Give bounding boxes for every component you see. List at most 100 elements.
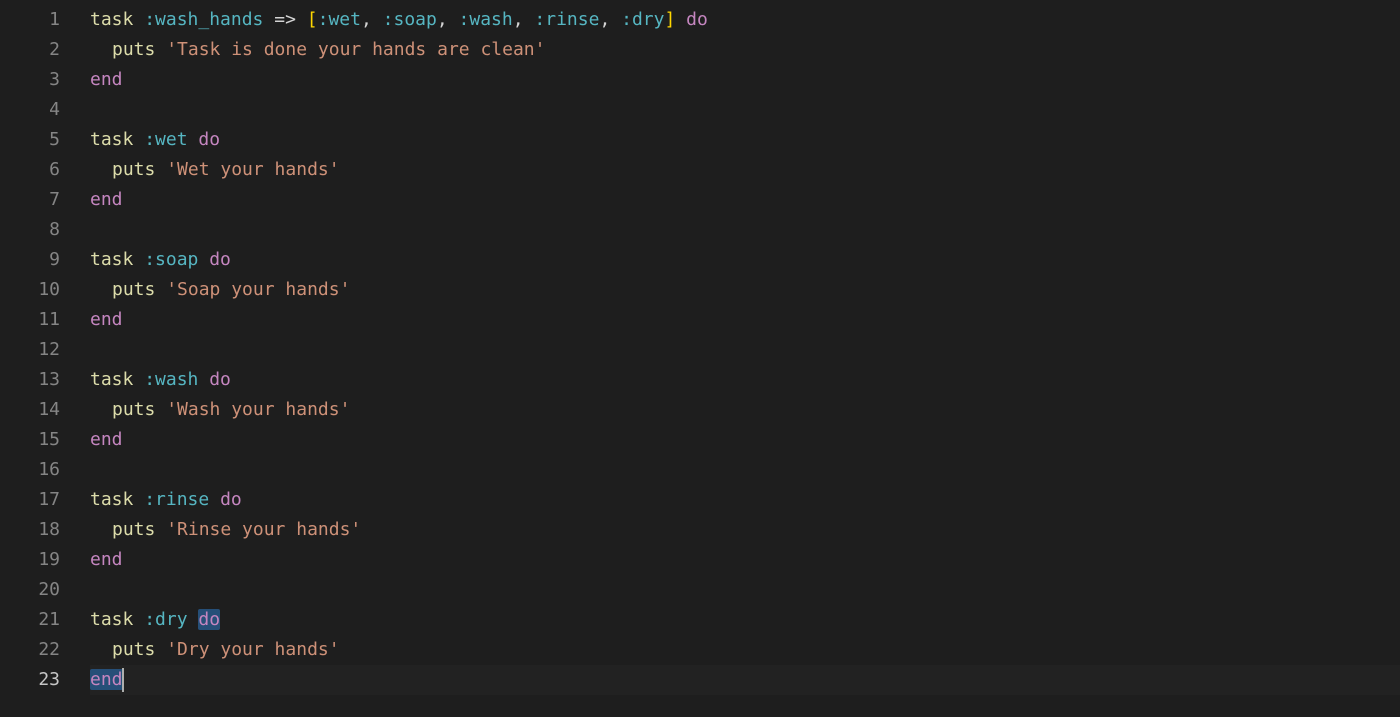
text-cursor [122,668,124,692]
token-kw: do [209,369,231,390]
token-kw: end [90,69,123,90]
code-line[interactable]: task :wash do [90,365,1400,395]
code-line[interactable]: task :rinse do [90,485,1400,515]
token-method: puts [112,39,166,60]
line-number: 9 [0,245,60,275]
token-kw: do [198,129,220,150]
code-line[interactable]: puts 'Dry your hands' [90,635,1400,665]
token-plain: , [437,9,459,30]
code-line[interactable] [90,455,1400,485]
token-method: task [90,369,144,390]
token-plain [198,249,209,270]
token-kw: do [209,249,231,270]
token-plain [188,129,199,150]
line-number: 6 [0,155,60,185]
token-method: puts [112,159,166,180]
token-plain [198,369,209,390]
line-number: 23 [0,665,60,695]
token-bracket1: [ [307,9,318,30]
token-plain [209,489,220,510]
token-sym: :wash [459,9,513,30]
token-sym: :soap [144,249,198,270]
line-number: 8 [0,215,60,245]
line-number: 19 [0,545,60,575]
code-line[interactable]: end [90,185,1400,215]
token-kw: end [90,549,123,570]
token-sym: :soap [383,9,437,30]
token-str: 'Task is done your hands are clean' [166,39,545,60]
token-str: 'Soap your hands' [166,279,350,300]
code-line[interactable] [90,335,1400,365]
line-number: 10 [0,275,60,305]
token-str: 'Rinse your hands' [166,519,361,540]
code-area[interactable]: task :wash_hands => [:wet, :soap, :wash,… [90,5,1400,717]
line-number: 17 [0,485,60,515]
code-line[interactable]: task :dry do [90,605,1400,635]
line-number: 21 [0,605,60,635]
line-number: 4 [0,95,60,125]
token-method: puts [112,279,166,300]
token-sym: :wet [144,129,187,150]
token-kw: do [198,609,220,630]
token-bracket1: ] [664,9,675,30]
token-plain [188,609,199,630]
line-number: 14 [0,395,60,425]
line-number: 7 [0,185,60,215]
code-line[interactable] [90,95,1400,125]
token-sym: :wash [144,369,198,390]
token-method: task [90,489,144,510]
code-line[interactable]: puts 'Task is done your hands are clean' [90,35,1400,65]
code-line[interactable]: puts 'Wet your hands' [90,155,1400,185]
token-plain: , [361,9,383,30]
token-method: puts [112,639,166,660]
line-number: 2 [0,35,60,65]
token-sym: :rinse [534,9,599,30]
token-sym: :dry [621,9,664,30]
token-kw: end [90,309,123,330]
token-sym: :rinse [144,489,209,510]
line-number: 20 [0,575,60,605]
code-line[interactable]: task :wet do [90,125,1400,155]
line-number: 1 [0,5,60,35]
token-sym: :dry [144,609,187,630]
code-line[interactable]: puts 'Soap your hands' [90,275,1400,305]
code-line[interactable]: end [90,425,1400,455]
line-number: 11 [0,305,60,335]
token-method: task [90,9,144,30]
code-line[interactable]: puts 'Wash your hands' [90,395,1400,425]
code-line[interactable]: end [90,665,1400,695]
token-method: task [90,129,144,150]
token-kw: end [90,189,123,210]
token-kw: end [90,669,123,690]
token-kw: end [90,429,123,450]
code-line[interactable] [90,215,1400,245]
token-kw: do [220,489,242,510]
line-number-gutter: 1234567891011121314151617181920212223 [0,5,90,717]
token-plain: , [513,9,535,30]
code-editor[interactable]: 1234567891011121314151617181920212223 ta… [0,5,1400,717]
line-number: 5 [0,125,60,155]
code-line[interactable]: puts 'Rinse your hands' [90,515,1400,545]
token-str: 'Wash your hands' [166,399,350,420]
token-method: task [90,249,144,270]
line-number: 22 [0,635,60,665]
code-line[interactable]: end [90,65,1400,95]
code-line[interactable]: task :soap do [90,245,1400,275]
line-number: 3 [0,65,60,95]
token-method: task [90,609,144,630]
token-sym: :wash_hands [144,9,263,30]
token-str: 'Dry your hands' [166,639,339,660]
code-line[interactable]: task :wash_hands => [:wet, :soap, :wash,… [90,5,1400,35]
token-plain: => [263,9,306,30]
line-number: 16 [0,455,60,485]
code-line[interactable]: end [90,305,1400,335]
token-plain [675,9,686,30]
line-number: 15 [0,425,60,455]
token-kw: do [686,9,708,30]
token-plain: , [599,9,621,30]
token-method: puts [112,399,166,420]
code-line[interactable] [90,575,1400,605]
code-line[interactable]: end [90,545,1400,575]
token-method: puts [112,519,166,540]
token-sym: :wet [318,9,361,30]
